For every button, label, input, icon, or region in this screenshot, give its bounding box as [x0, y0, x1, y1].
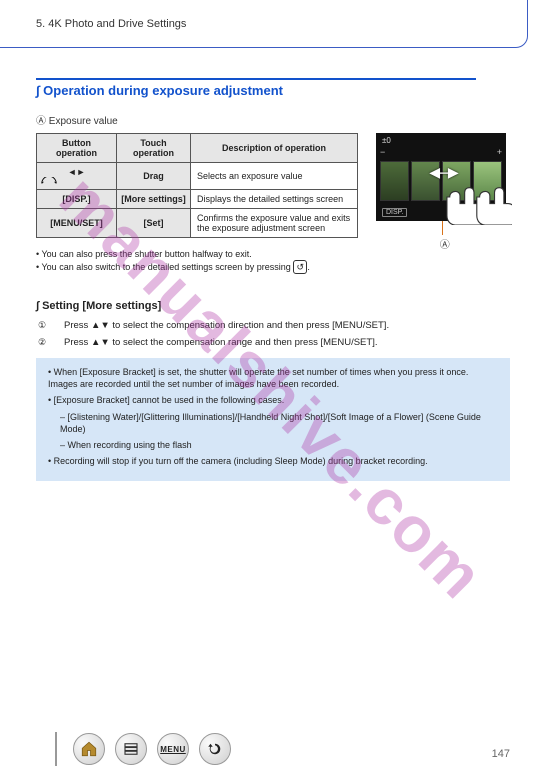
- breadcrumb: 5. 4K Photo and Drive Settings: [36, 18, 186, 30]
- step-number-2-icon: ②: [36, 337, 48, 349]
- col-touch-op: Touch operation: [117, 134, 191, 163]
- contents-button[interactable]: [115, 733, 147, 765]
- camera-screenshot-wrap: ±0 − + ◄─► DISP.: [376, 133, 506, 221]
- steps-list: ① Press ▲▼ to select the compensation di…: [36, 320, 510, 348]
- home-button[interactable]: [73, 733, 105, 765]
- return-icon: ↺: [293, 260, 307, 274]
- step-1: ① Press ▲▼ to select the compensation di…: [36, 320, 510, 331]
- after-table-notes: • You can also press the shutter button …: [36, 248, 406, 274]
- layers-icon: [122, 740, 140, 758]
- note-exit-halfpress: You can also press the shutter button ha…: [42, 249, 252, 259]
- back-icon: [206, 740, 224, 758]
- cell-touch: [More settings]: [117, 190, 191, 209]
- up-down-arrows-icon: ▲▼: [91, 320, 110, 331]
- note-switch-detailed-pre: You can also switch to the detailed sett…: [42, 262, 294, 272]
- note: [Exposure Bracket] cannot be used in the…: [48, 394, 498, 406]
- cell-button: [MENU/SET]: [37, 209, 117, 238]
- hands-icon: [436, 169, 512, 225]
- camera-thumb: [380, 161, 409, 201]
- cell-touch: [Set]: [117, 209, 191, 238]
- callout-a-label: Ⓐ: [440, 236, 450, 251]
- dial-icon: [41, 177, 57, 185]
- camera-ev-label: ±0: [382, 136, 391, 145]
- nav-divider: [55, 732, 57, 766]
- note-sub: – [Glistening Water]/[Glittering Illumin…: [48, 411, 498, 435]
- operations-table: Button operation Touch operation Descrip…: [36, 133, 358, 238]
- back-button[interactable]: [199, 733, 231, 765]
- home-icon: [80, 740, 98, 758]
- more-settings-heading: ∫ Setting [More settings]: [36, 300, 510, 312]
- table-header-row: Button operation Touch operation Descrip…: [37, 134, 358, 163]
- note-sub: – When recording using the flash: [48, 439, 498, 451]
- note: When [Exposure Bracket] is set, the shut…: [48, 366, 498, 390]
- notes-box: When [Exposure Bracket] is set, the shut…: [36, 358, 510, 481]
- menu-button[interactable]: MENU: [157, 733, 189, 765]
- up-down-arrows-icon: ▲▼: [91, 337, 110, 348]
- callout-line: [442, 221, 443, 235]
- cell-desc: Confirms the exposure value and exits th…: [191, 209, 358, 238]
- col-desc: Description of operation: [191, 134, 358, 163]
- cell-desc: Displays the detailed settings screen: [191, 190, 358, 209]
- left-right-arrows-icon: ◄►: [68, 167, 86, 177]
- table-row: [MENU/SET] [Set] Confirms the exposure v…: [37, 209, 358, 238]
- cell-touch: Drag: [117, 163, 191, 190]
- table-row: ◄► Drag Selects an exposure value: [37, 163, 358, 190]
- table-row: [DISP.] [More settings] Displays the det…: [37, 190, 358, 209]
- note-switch-detailed-post: .: [307, 262, 310, 272]
- col-button-op: Button operation: [37, 134, 117, 163]
- section-rule: [36, 78, 476, 80]
- cell-desc: Selects an exposure value: [191, 163, 358, 190]
- camera-disp-button: DISP.: [382, 208, 407, 217]
- camera-screenshot: ±0 − + ◄─► DISP.: [376, 133, 506, 221]
- step-2: ② Press ▲▼ to select the compensation ra…: [36, 337, 510, 348]
- step-number-1-icon: ①: [36, 320, 48, 332]
- exposure-value-label: Ⓐ A Exposure value Exposure value: [36, 112, 510, 127]
- bottom-nav: MENU: [55, 732, 231, 766]
- cell-button: [DISP.]: [37, 190, 117, 209]
- camera-plus: +: [497, 147, 502, 157]
- section-title: ∫ Operation during exposure adjustment: [36, 83, 510, 98]
- camera-minus: −: [380, 147, 385, 157]
- cell-button: ◄►: [37, 163, 117, 190]
- page-number: 147: [492, 748, 510, 760]
- note: Recording will stop if you turn off the …: [48, 455, 498, 467]
